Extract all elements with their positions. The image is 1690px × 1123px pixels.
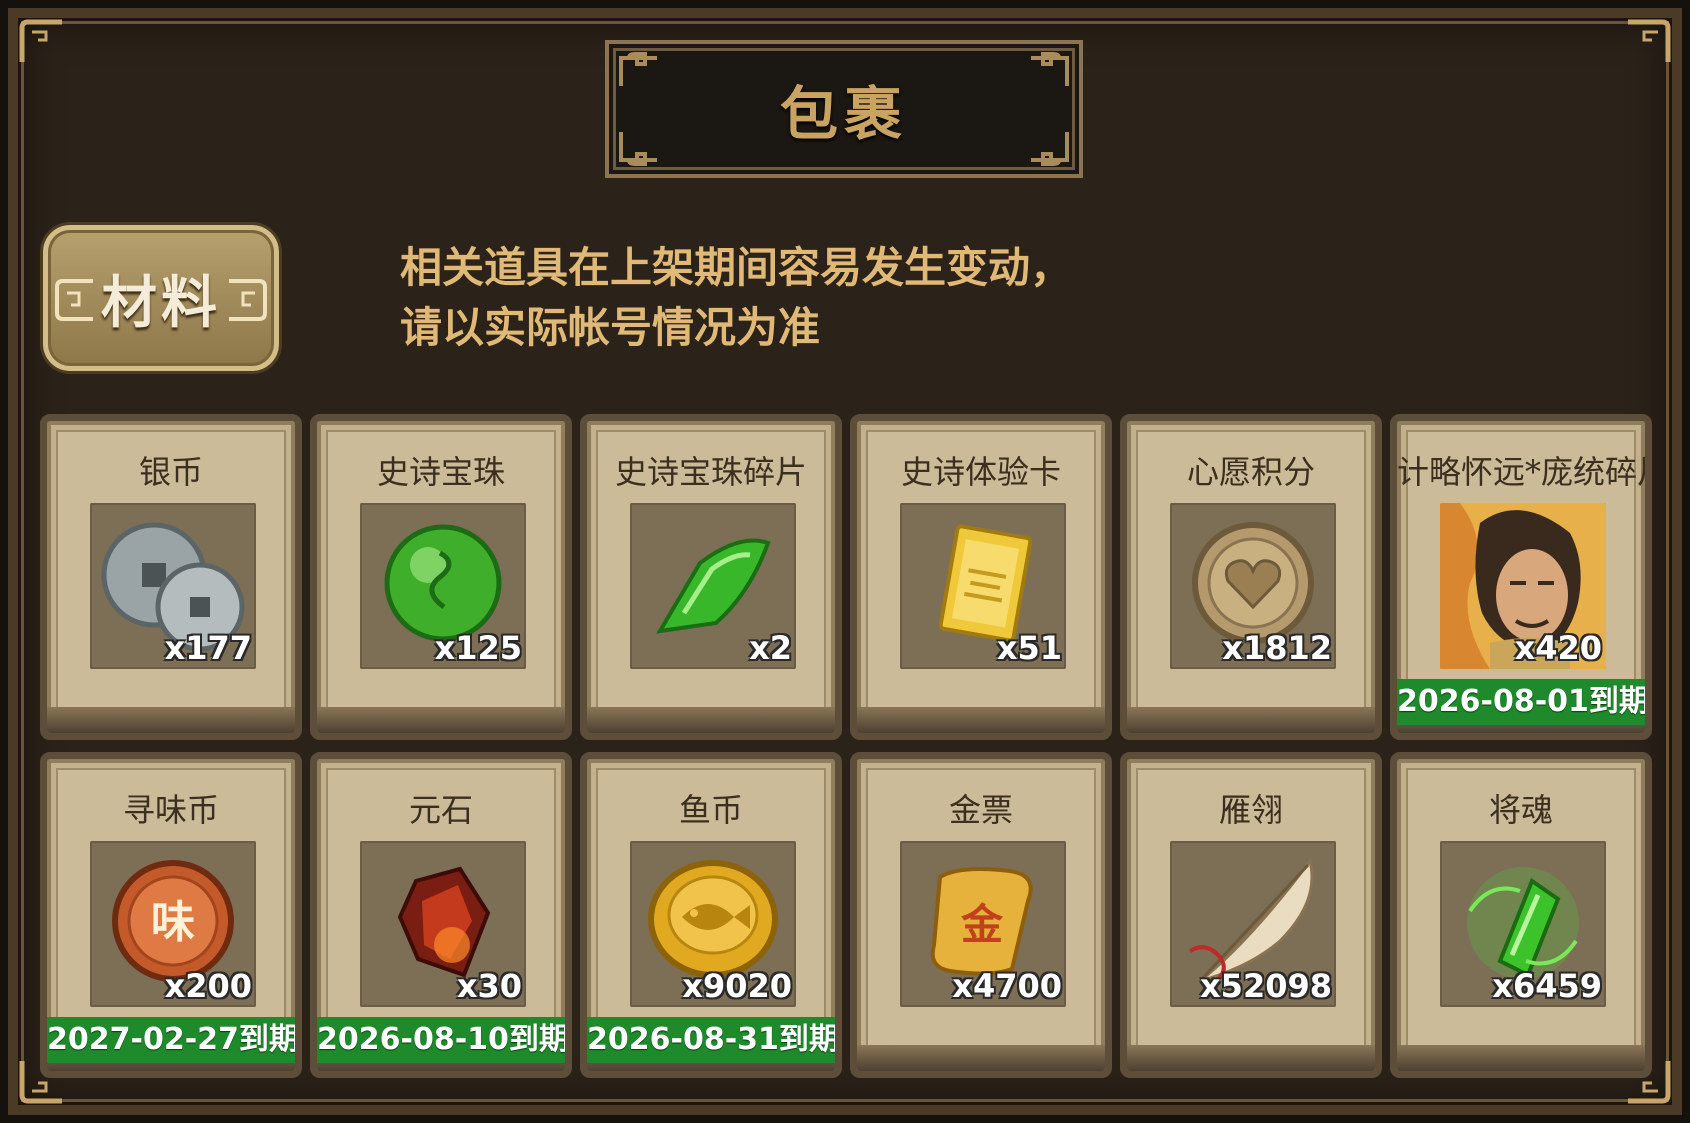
item-name: 元石 (408, 791, 473, 829)
item-slot-gold-ticket[interactable]: 金票 金 x4700 (850, 752, 1112, 1078)
item-slot-epic-trial-card[interactable]: 史诗体验卡 x51 (850, 414, 1112, 740)
green-shard-icon: x2 (630, 503, 796, 669)
svg-text:味: 味 (151, 897, 195, 948)
item-quantity: x125 (434, 629, 522, 667)
item-name: 史诗体验卡 (900, 453, 1061, 491)
notice-line: 请以实际帐号情况为准 (400, 303, 821, 352)
frame-corner-ornament (18, 18, 66, 66)
frame-corner-ornament (1624, 18, 1672, 66)
item-slot-silver-coin[interactable]: 银币 x177 (40, 414, 302, 740)
item-grid: 银币 x177 史诗宝珠 x125 史诗宝珠碎片 x2 史诗体验卡 x51 心愿… (40, 414, 1652, 1078)
taste-coin-icon: 味 x200 (90, 841, 256, 1007)
item-slot-taste-coin[interactable]: 寻味币 味 x200 2027-02-27到期 (40, 752, 302, 1078)
item-slot-yuan-stone[interactable]: 元石 x30 2026-08-10到期 (310, 752, 572, 1078)
green-soul-crystal-icon: x6459 (1440, 841, 1606, 1007)
title-ornament (619, 132, 657, 166)
silver-coin-icon: x177 (90, 503, 256, 669)
title-ornament (619, 52, 657, 86)
item-slot-pang-tong-fragment[interactable]: 计略怀远*庞统碎片 x420 2026-08-01到期 (1390, 414, 1652, 740)
fish-coin-icon: x9020 (630, 841, 796, 1007)
red-crystal-icon: x30 (360, 841, 526, 1007)
gold-scroll-icon: 金 x4700 (900, 841, 1066, 1007)
item-name: 史诗宝珠 (376, 453, 505, 491)
item-slot-wish-points[interactable]: 心愿积分 x1812 (1120, 414, 1382, 740)
item-name: 雁翎 (1218, 791, 1283, 829)
heart-coin-icon: x1812 (1170, 503, 1336, 669)
item-slot-fish-coin[interactable]: 鱼币 x9020 2026-08-31到期 (580, 752, 842, 1078)
tab-ornament (55, 279, 93, 321)
tab-label: 材料 (101, 270, 221, 336)
item-slot-general-soul[interactable]: 将魂 x6459 (1390, 752, 1652, 1078)
item-slot-epic-orb[interactable]: 史诗宝珠 x125 (310, 414, 572, 740)
title-ornament (1031, 52, 1069, 86)
item-name: 计略怀远*庞统碎片 (1397, 453, 1645, 491)
item-quantity: x420 (1514, 629, 1602, 667)
item-quantity: x52098 (1200, 967, 1332, 1005)
item-name: 金票 (948, 791, 1013, 829)
notice-line: 相关道具在上架期间容易发生变动， (400, 243, 1073, 292)
item-quantity: x51 (996, 629, 1062, 667)
feather-icon: x52098 (1170, 841, 1336, 1007)
item-quantity: x30 (456, 967, 522, 1005)
item-quantity: x6459 (1492, 967, 1602, 1005)
item-name: 鱼币 (678, 791, 743, 829)
item-name: 心愿积分 (1186, 453, 1315, 491)
green-orb-icon: x125 (360, 503, 526, 669)
item-name: 寻味币 (122, 791, 219, 829)
item-name: 银币 (138, 453, 203, 491)
tab-materials[interactable]: 材料 (40, 222, 282, 374)
title-plate: 包裹 (605, 40, 1083, 178)
svg-text:金: 金 (960, 900, 1004, 949)
expiry-banner: 2027-02-27到期 (47, 1017, 295, 1063)
item-quantity: x1812 (1222, 629, 1332, 667)
hero-portrait-icon: x420 (1440, 503, 1606, 669)
notice-text: 相关道具在上架期间容易发生变动， 请以实际帐号情况为准 (400, 238, 1300, 358)
item-slot-goose-feather[interactable]: 雁翎 x52098 (1120, 752, 1382, 1078)
expiry-banner: 2026-08-31到期 (587, 1017, 835, 1063)
gold-card-icon: x51 (900, 503, 1066, 669)
item-name: 将魂 (1488, 791, 1553, 829)
title-ornament (1031, 132, 1069, 166)
item-slot-epic-orb-fragment[interactable]: 史诗宝珠碎片 x2 (580, 414, 842, 740)
page-title: 包裹 (779, 80, 908, 148)
expiry-banner: 2026-08-01到期 (1397, 679, 1645, 725)
item-name: 史诗宝珠碎片 (614, 453, 807, 491)
item-quantity: x4700 (952, 967, 1062, 1005)
item-quantity: x200 (164, 967, 252, 1005)
tab-ornament (229, 279, 267, 321)
item-quantity: x2 (749, 629, 792, 667)
item-quantity: x9020 (682, 967, 792, 1005)
expiry-banner: 2026-08-10到期 (317, 1017, 565, 1063)
item-quantity: x177 (164, 629, 252, 667)
